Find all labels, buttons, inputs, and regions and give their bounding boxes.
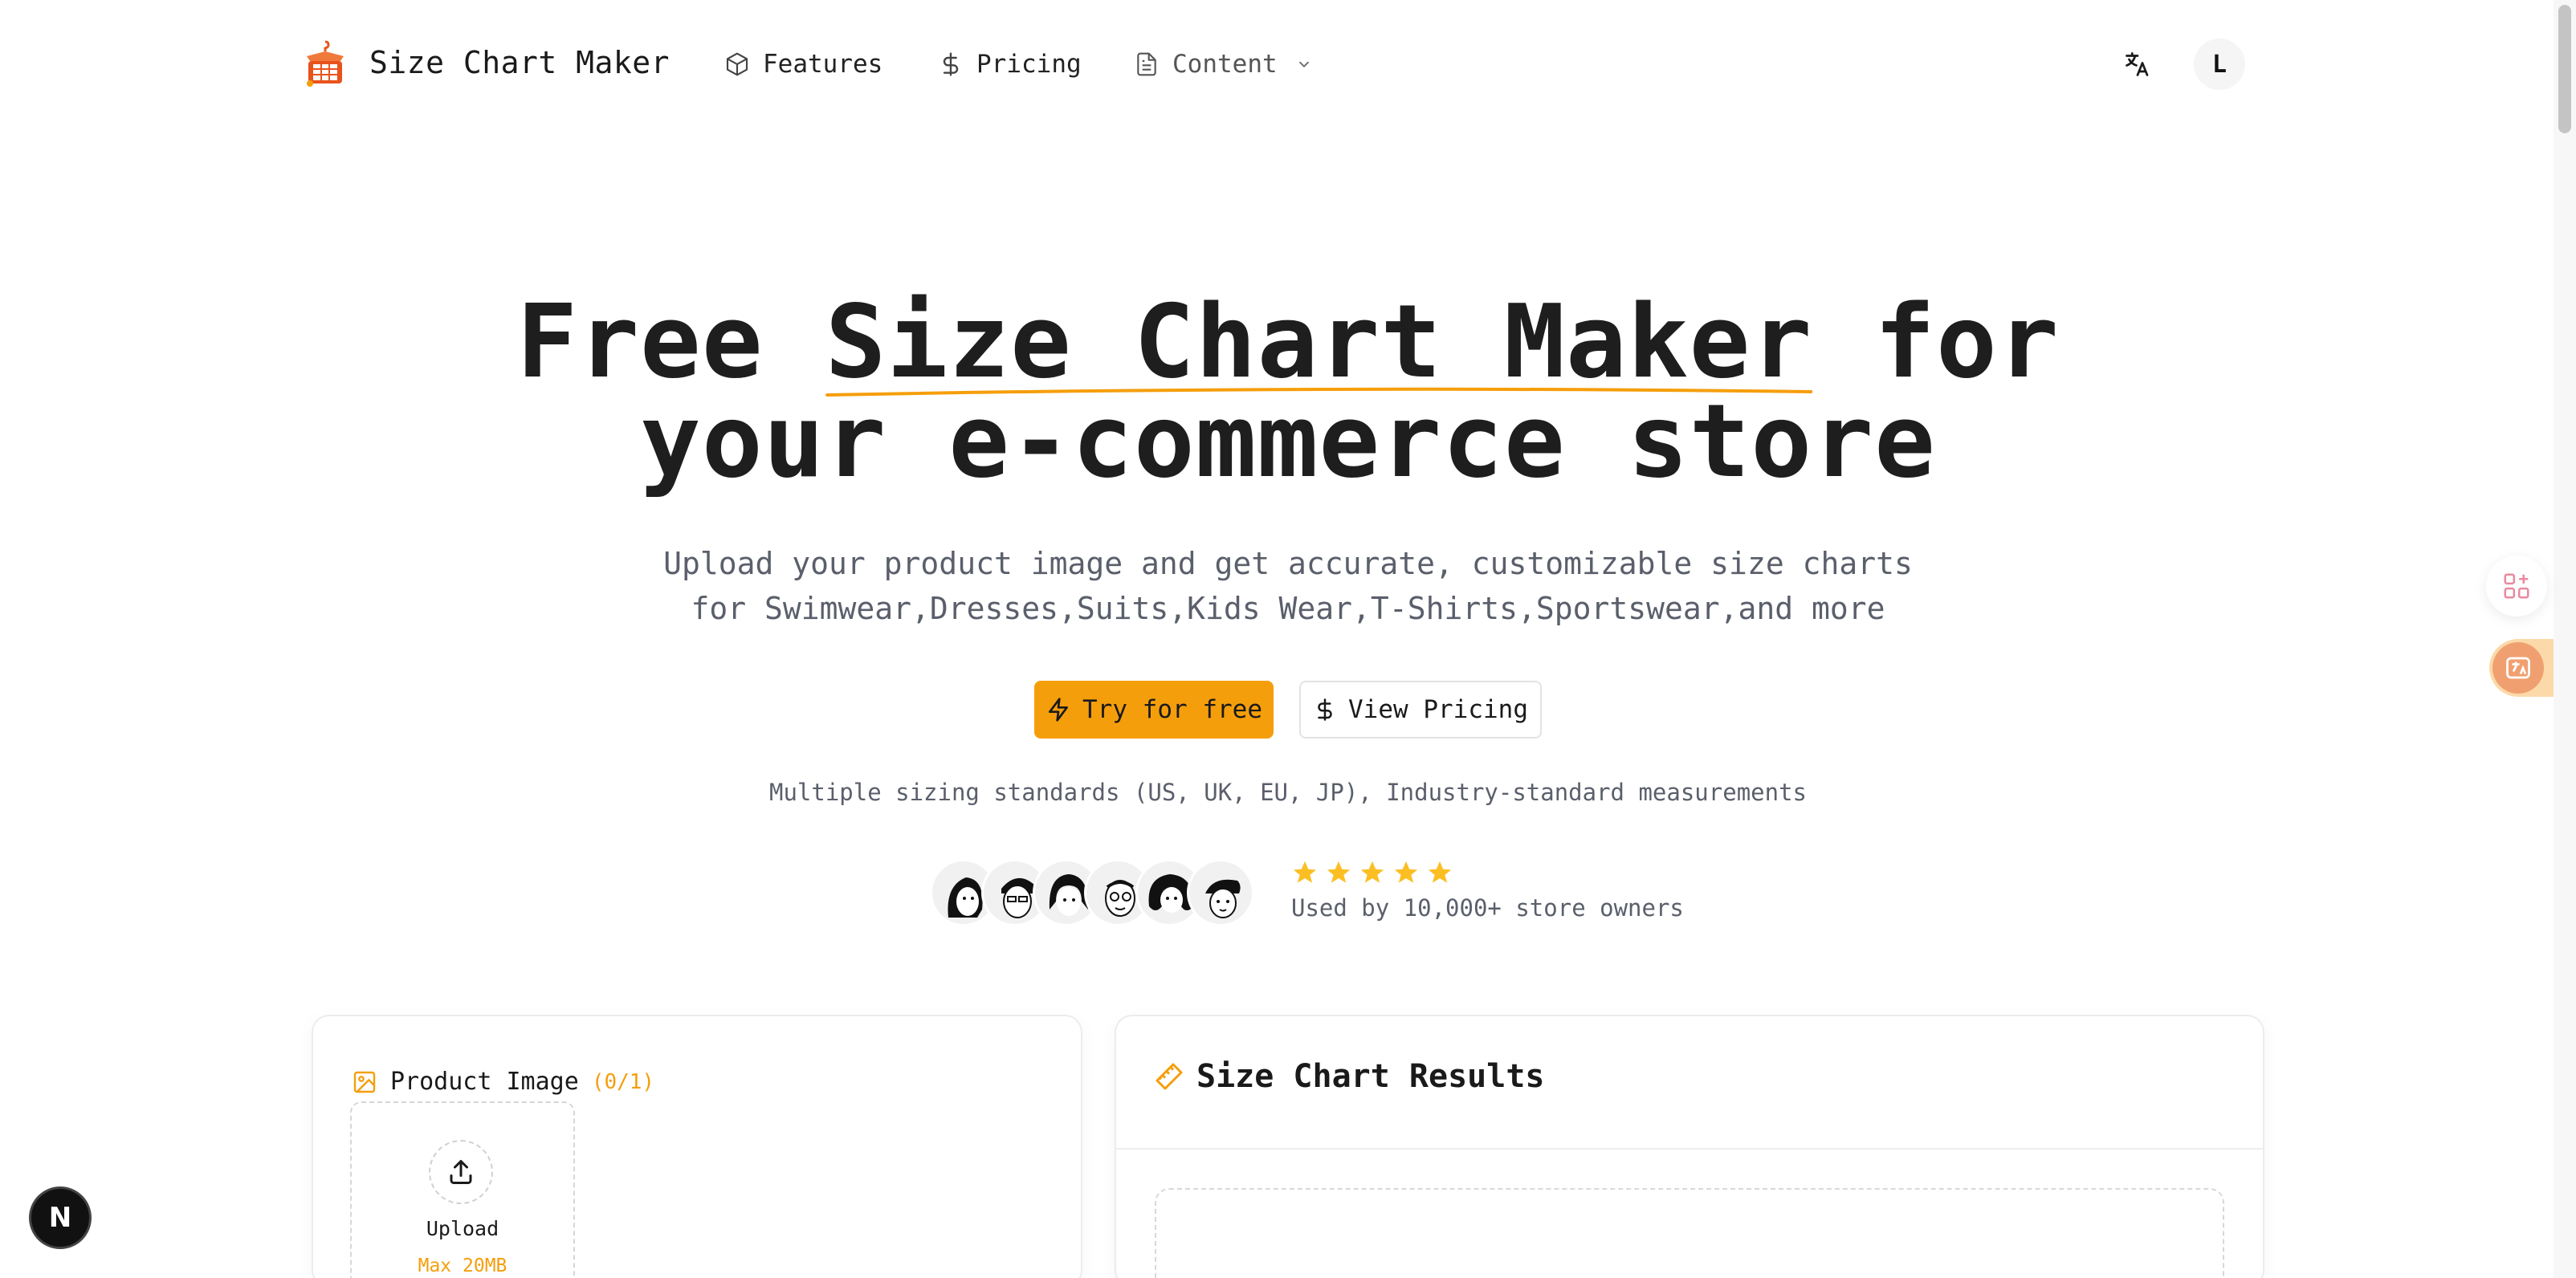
dollar-icon	[943, 52, 959, 76]
underline-squiggle	[825, 387, 1813, 397]
translate-widget-button[interactable]	[2489, 639, 2554, 697]
hero-title-highlight-text: Size Chart Maker	[825, 283, 1813, 401]
page-scrollbar[interactable]	[2554, 0, 2576, 1278]
hero-subtitle-line1: Upload your product image and get accura…	[663, 546, 1913, 581]
ruler-icon	[1156, 1063, 1183, 1090]
dollar-icon	[1318, 698, 1332, 721]
user-avatar[interactable]: L	[2194, 39, 2245, 90]
upload-button[interactable]	[429, 1140, 493, 1204]
top-nav: Size Chart Maker Features Pricing Conten…	[0, 0, 2562, 128]
used-by-text: Used by 10,000+ store owners	[1291, 894, 1684, 922]
nav-content-label: Content	[1172, 50, 1278, 79]
upload-label: Upload	[426, 1217, 499, 1240]
nav-pricing[interactable]: Pricing	[938, 48, 1082, 80]
translate-widget-icon	[2492, 642, 2544, 694]
try-for-free-label: Try for free	[1082, 695, 1262, 724]
star-icon	[1394, 861, 1418, 883]
customer-avatars	[930, 859, 1259, 926]
results-heading: Size Chart Results	[1153, 1058, 1544, 1095]
nav-features-label: Features	[763, 50, 883, 79]
product-image-title: Product Image	[390, 1068, 579, 1096]
language-switch-button[interactable]	[2117, 43, 2158, 85]
hero-title: Free Size Chart Maker for your e-commerc…	[0, 291, 2576, 492]
apps-sparkle-icon	[2504, 573, 2529, 599]
lightning-icon	[1049, 698, 1069, 722]
nav-content-dropdown[interactable]: Content	[1134, 48, 1313, 80]
scrollbar-thumb[interactable]	[2558, 5, 2571, 133]
rating-stars	[1291, 859, 1453, 886]
try-for-free-button[interactable]: Try for free	[1034, 681, 1274, 739]
star-icon	[1428, 861, 1452, 883]
results-placeholder	[1155, 1188, 2224, 1278]
view-pricing-label: View Pricing	[1348, 695, 1528, 724]
apps-widget-button[interactable]	[2486, 556, 2547, 617]
image-count: (0/1)	[591, 1069, 655, 1094]
chevron-down-icon	[1298, 61, 1309, 68]
nav-pricing-label: Pricing	[976, 50, 1082, 79]
star-icon	[1360, 861, 1384, 883]
image-icon	[353, 1071, 376, 1093]
hero-title-highlight: Size Chart Maker	[825, 291, 1813, 397]
features-line: Multiple sizing standards (US, UK, EU, J…	[768, 779, 1807, 806]
size-chart-logo-icon[interactable]	[302, 39, 348, 88]
product-image-heading: Product Image (0/1)	[352, 1068, 654, 1096]
results-title: Size Chart Results	[1196, 1058, 1545, 1095]
hero-subtitle: Upload your product image and get accura…	[0, 541, 2576, 631]
max-size-label: Max 20MB	[418, 1256, 507, 1276]
results-divider	[1116, 1148, 2263, 1150]
cube-icon	[726, 52, 748, 76]
nextjs-badge[interactable]: N	[29, 1186, 92, 1249]
view-pricing-button[interactable]: View Pricing	[1299, 681, 1542, 739]
hero-subtitle-line2: for Swimwear,Dresses,Suits,Kids Wear,T-S…	[691, 591, 1885, 626]
star-icon	[1293, 861, 1317, 883]
upload-icon	[450, 1160, 472, 1184]
brand-name[interactable]: Size Chart Maker	[369, 45, 670, 80]
avatar	[1187, 859, 1254, 926]
document-icon	[1137, 52, 1156, 76]
star-icon	[1327, 861, 1351, 883]
nav-features[interactable]: Features	[724, 48, 882, 80]
translate-icon	[2126, 52, 2149, 76]
